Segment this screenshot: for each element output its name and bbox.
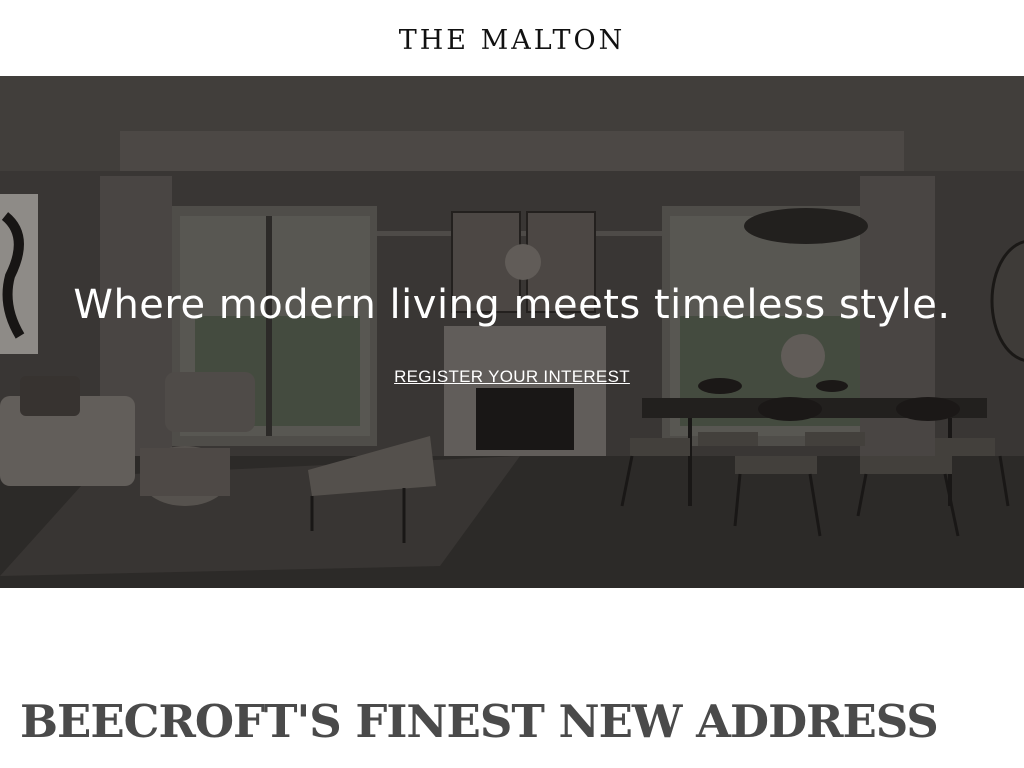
- site-logo[interactable]: THE MALTON: [399, 25, 626, 56]
- site-header: THE MALTON: [0, 0, 1024, 76]
- register-interest-link[interactable]: REGISTER YOUR INTEREST: [0, 367, 1024, 387]
- hero-dark-overlay: [0, 76, 1024, 588]
- hero-banner: Where modern living meets timeless style…: [0, 76, 1024, 588]
- hero-headline: Where modern living meets timeless style…: [73, 282, 951, 328]
- section-title: BEECROFT'S FINEST NEW ADDRESS: [20, 695, 939, 748]
